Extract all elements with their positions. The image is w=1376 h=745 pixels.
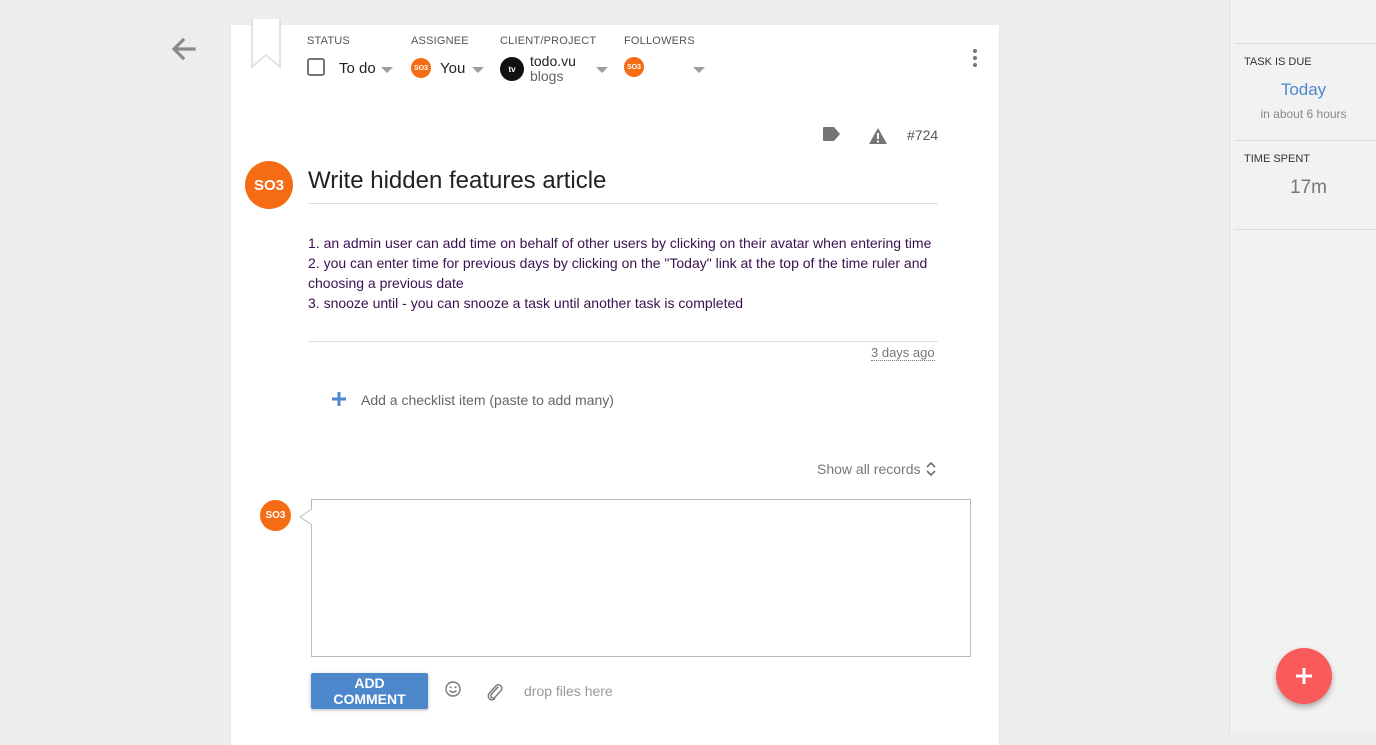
client-dropdown-icon[interactable]: [596, 67, 608, 73]
description-line: 3. snooze until - you can snooze a task …: [308, 295, 744, 311]
tag-icon[interactable]: [822, 126, 842, 142]
followers-label: FOLLOWERS: [624, 35, 695, 47]
add-comment-button[interactable]: ADD COMMENT: [311, 673, 428, 709]
task-due-value[interactable]: Today: [1230, 80, 1376, 100]
emoji-icon[interactable]: [444, 680, 462, 698]
description-line: 2. you can enter time for previous days …: [308, 255, 928, 291]
commenter-avatar: SO3: [260, 500, 291, 531]
status-label: STATUS: [307, 35, 350, 47]
task-side-panel: TASK IS DUE Today in about 6 hours TIME …: [1229, 0, 1376, 733]
back-arrow-icon[interactable]: [168, 34, 198, 64]
client-name[interactable]: todo.vu: [530, 54, 576, 69]
side-divider: [1234, 140, 1376, 141]
assignee-avatar[interactable]: SO3: [411, 58, 431, 78]
assignee-value[interactable]: You: [440, 60, 465, 77]
show-all-records-link[interactable]: Show all records: [817, 461, 921, 477]
task-card: STATUS To do ASSIGNEE SO3 You CLIENT/PRO…: [231, 19, 999, 745]
speech-tail-icon: [299, 508, 313, 526]
task-due-relative: in about 6 hours: [1260, 107, 1347, 121]
unfold-icon[interactable]: [925, 460, 937, 478]
side-divider: [1234, 43, 1376, 44]
plus-icon: [1296, 668, 1312, 684]
description-line: 1. an admin user can add time on behalf …: [308, 235, 932, 251]
more-options-icon[interactable]: [971, 49, 979, 67]
client-logo: tv: [500, 57, 524, 81]
follower-avatar[interactable]: SO3: [624, 57, 644, 77]
bookmark-icon[interactable]: [251, 19, 281, 71]
warning-icon[interactable]: [868, 127, 888, 145]
status-checkbox[interactable]: [307, 58, 325, 76]
task-id: #724: [907, 127, 939, 143]
comment-textarea[interactable]: [311, 499, 971, 657]
description-divider: [308, 341, 938, 342]
status-dropdown-icon[interactable]: [381, 67, 393, 73]
task-owner-avatar[interactable]: SO3: [245, 161, 293, 209]
created-timestamp[interactable]: 3 days ago: [871, 346, 935, 361]
attachment-icon[interactable]: [486, 682, 504, 702]
task-title[interactable]: Write hidden features article: [308, 167, 938, 204]
time-spent-label: TIME SPENT: [1244, 153, 1311, 165]
side-divider: [1234, 229, 1376, 230]
add-fab-button[interactable]: [1276, 648, 1332, 704]
followers-dropdown-icon[interactable]: [693, 67, 705, 73]
time-spent-value[interactable]: 17m: [1230, 177, 1376, 199]
status-value[interactable]: To do: [339, 60, 376, 77]
client-project-label: CLIENT/PROJECT: [500, 35, 597, 47]
assignee-label: ASSIGNEE: [411, 35, 469, 47]
task-due-label: TASK IS DUE: [1244, 56, 1312, 68]
drop-files-hint: drop files here: [524, 683, 613, 699]
checklist-input[interactable]: Add a checklist item (paste to add many): [361, 392, 614, 408]
assignee-dropdown-icon[interactable]: [472, 67, 484, 73]
plus-icon[interactable]: [331, 391, 347, 407]
task-description[interactable]: 1. an admin user can add time on behalf …: [308, 233, 938, 313]
project-name[interactable]: blogs: [530, 69, 563, 84]
